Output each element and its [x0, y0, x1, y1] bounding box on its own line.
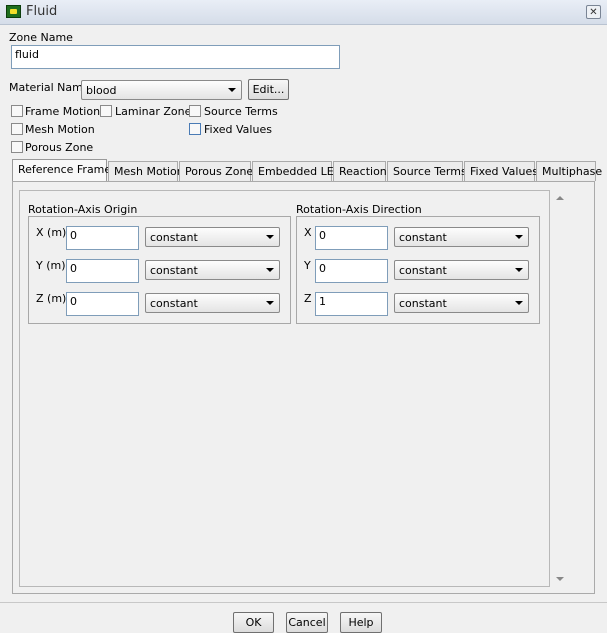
direction-y-label: Y — [304, 259, 311, 272]
rotation-axis-direction-group: X 0 constant Y 0 constant Z 1 constant — [296, 216, 540, 324]
close-button[interactable]: ✕ — [586, 5, 601, 19]
direction-z-mode-select[interactable]: constant — [394, 293, 529, 313]
origin-x-input[interactable]: 0 — [66, 226, 139, 250]
porous-zone-label: Porous Zone — [25, 141, 94, 154]
direction-x-label: X — [304, 226, 312, 239]
chevron-down-icon — [266, 301, 274, 305]
porous-zone-checkbox[interactable] — [11, 141, 23, 153]
tab-fixed-values[interactable]: Fixed Values — [464, 161, 538, 181]
direction-y-mode-select[interactable]: constant — [394, 260, 529, 280]
origin-x-label: X (m) — [36, 226, 67, 239]
tab-mesh-motion[interactable]: Mesh Motion — [108, 161, 184, 181]
edit-material-button[interactable]: Edit... — [248, 79, 289, 100]
rotation-axis-origin-title: Rotation-Axis Origin — [28, 203, 138, 216]
direction-x-input[interactable]: 0 — [315, 226, 388, 250]
frame-motion-label: Frame Motion — [25, 105, 101, 118]
origin-y-label: Y (m) — [36, 259, 66, 272]
origin-z-mode-value: constant — [150, 297, 198, 310]
chevron-down-icon — [515, 268, 523, 272]
app-icon — [6, 5, 21, 18]
scroll-up-icon[interactable] — [556, 196, 564, 200]
cancel-button[interactable]: Cancel — [286, 612, 328, 633]
fixed-values-checkbox[interactable] — [189, 123, 201, 135]
chevron-down-icon — [515, 235, 523, 239]
help-button[interactable]: Help — [340, 612, 382, 633]
source-terms-label: Source Terms — [204, 105, 278, 118]
fixed-values-label: Fixed Values — [204, 123, 272, 136]
direction-x-mode-value: constant — [399, 231, 447, 244]
origin-x-mode-select[interactable]: constant — [145, 227, 280, 247]
origin-y-input[interactable]: 0 — [66, 259, 139, 283]
laminar-zone-checkbox[interactable] — [100, 105, 112, 117]
reference-frame-panel: Rotation-Axis Origin X (m) 0 constant Y … — [12, 181, 595, 594]
tab-reference-frame[interactable]: Reference Frame — [12, 159, 111, 182]
origin-x-mode-value: constant — [150, 231, 198, 244]
tab-embedded-les[interactable]: Embedded LES — [252, 161, 341, 181]
direction-z-input[interactable]: 1 — [315, 292, 388, 316]
origin-y-mode-value: constant — [150, 264, 198, 277]
zone-name-input[interactable]: fluid — [11, 45, 340, 69]
tab-source-terms[interactable]: Source Terms — [387, 161, 467, 181]
rotation-axis-direction-title: Rotation-Axis Direction — [296, 203, 422, 216]
material-select[interactable]: blood — [81, 80, 242, 100]
mesh-motion-checkbox[interactable] — [11, 123, 23, 135]
origin-z-mode-select[interactable]: constant — [145, 293, 280, 313]
tab-reaction[interactable]: Reaction — [333, 161, 387, 181]
direction-y-mode-value: constant — [399, 264, 447, 277]
laminar-zone-label: Laminar Zone — [115, 105, 192, 118]
tab-multiphase[interactable]: Multiphase — [536, 161, 602, 181]
mesh-motion-label: Mesh Motion — [25, 123, 95, 136]
reference-frame-content: Rotation-Axis Origin X (m) 0 constant Y … — [19, 190, 550, 587]
chevron-down-icon — [266, 235, 274, 239]
chevron-down-icon — [266, 268, 274, 272]
footer-divider — [0, 602, 607, 603]
direction-x-mode-select[interactable]: constant — [394, 227, 529, 247]
material-name-label: Material Name — [9, 81, 90, 94]
direction-z-mode-value: constant — [399, 297, 447, 310]
scroll-down-icon[interactable] — [556, 577, 564, 581]
direction-y-input[interactable]: 0 — [315, 259, 388, 283]
window-title: Fluid — [26, 4, 58, 19]
origin-z-input[interactable]: 0 — [66, 292, 139, 316]
frame-motion-checkbox[interactable] — [11, 105, 23, 117]
title-bar: Fluid ✕ — [0, 0, 607, 25]
vertical-scrollbar[interactable] — [553, 190, 567, 587]
material-select-value: blood — [86, 84, 117, 97]
rotation-axis-origin-group: X (m) 0 constant Y (m) 0 constant Z (m) … — [28, 216, 291, 324]
origin-z-label: Z (m) — [36, 292, 67, 305]
chevron-down-icon — [515, 301, 523, 305]
tab-porous-zone[interactable]: Porous Zone — [179, 161, 253, 181]
zone-name-label: Zone Name — [9, 31, 73, 44]
chevron-down-icon — [228, 88, 236, 92]
origin-y-mode-select[interactable]: constant — [145, 260, 280, 280]
source-terms-checkbox[interactable] — [189, 105, 201, 117]
direction-z-label: Z — [304, 292, 312, 305]
ok-button[interactable]: OK — [233, 612, 274, 633]
